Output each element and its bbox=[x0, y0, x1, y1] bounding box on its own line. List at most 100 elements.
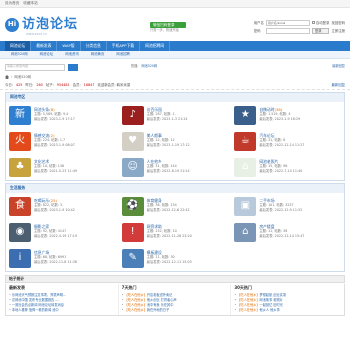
post-title[interactable]: 乐网池天气预报注意事项，郑重声明... bbox=[12, 293, 66, 297]
forgot-password-link[interactable]: 找回密码 bbox=[331, 21, 345, 25]
post-title[interactable]: 他乡创业 打拼者心声 bbox=[147, 298, 177, 302]
post-tag[interactable]: 【吃人在他乡】 bbox=[125, 293, 147, 297]
register-link[interactable]: 立即注册 bbox=[331, 29, 345, 33]
help-icon[interactable]: ! bbox=[121, 222, 144, 242]
food-icon[interactable]: ☕ bbox=[234, 131, 257, 151]
post-title[interactable]: 访网池中国 发布专业数据报告 .... bbox=[12, 298, 60, 302]
camera-icon[interactable]: ◉ bbox=[9, 222, 31, 242]
forum-item[interactable]: ♪ 访百乐园 主题: 287, 帖数: 1, 最后发表: 2023-1-3 21:24 bbox=[119, 102, 232, 128]
post-tag[interactable]: 【吃人在他乡】 bbox=[237, 303, 259, 307]
sport-icon[interactable]: ⚽ bbox=[121, 196, 144, 216]
forum-item[interactable]: 火情感交流(2) 主题: 224, 帖数: 1,7 最后发表: 2023-1-9 0… bbox=[6, 128, 119, 154]
forum-item[interactable]: ⚽ 体育健身 主题: 36, 帖数: 134 最后发表: 2022-12-6 22:4… bbox=[119, 193, 232, 219]
forum-item[interactable]: ★ 自携动时(38) 主题: 1,519, 帖数: 4 最后发表: 2023-1-9 … bbox=[231, 102, 344, 128]
house-icon[interactable]: ⌂ bbox=[234, 222, 257, 242]
building-icon[interactable]: ⌂ bbox=[234, 157, 257, 177]
forum-item[interactable]: ☺ 人在他乡 主题: 31, 帖数: 144 最后发表: 2022-8-19 21:2… bbox=[119, 154, 232, 180]
post-tag[interactable]: 【吃人在他乡】 bbox=[237, 308, 259, 312]
post-title[interactable]: 他乡人 他乡事 bbox=[260, 308, 280, 312]
forum-item[interactable]: 食吃喝玩乐(25) 主题: 822, 帖数: 3, 最后发表: 2023-1-9 1… bbox=[6, 193, 119, 219]
post-list-item[interactable]: • 【吃人在他乡】他乡人 他乡事 bbox=[234, 308, 341, 313]
info-icon[interactable]: i bbox=[9, 248, 31, 268]
post-title[interactable]: 一则社会热点新闻 网池论坛转发消息 bbox=[12, 303, 64, 307]
welcome-new-member[interactable]: 欢迎新会员: 韩米米香 bbox=[97, 83, 130, 87]
post-title[interactable]: 开店老板送外卖记 bbox=[147, 293, 173, 297]
forum-item[interactable]: ◉ 摄影之家 主题: 92, 帖数: 4147 最后发表: 2022-4-19 17:… bbox=[6, 219, 119, 245]
food-icon[interactable]: 食 bbox=[9, 196, 31, 216]
post-list-heading[interactable]: 7天热门 bbox=[122, 285, 228, 291]
hot-icon[interactable]: 火 bbox=[9, 131, 31, 151]
post-tag[interactable]: 【吃人在他乡】 bbox=[125, 303, 147, 307]
forum-item[interactable]: ♥ 美人颜事 主题: 12, 帖数: 12 最后发表: 2023-1-19 17:12 bbox=[119, 128, 232, 154]
subnav-item[interactable]: 网池论坛 bbox=[34, 52, 60, 56]
latest-reply-link[interactable]: 最新回复 bbox=[332, 64, 345, 69]
heart-icon[interactable]: ♥ bbox=[121, 131, 144, 151]
forum-last-post[interactable]: 最后发表: 2022-11-26 23:20 bbox=[147, 234, 192, 239]
forum-last-post[interactable]: 最后发表: 2021-5-23 11:49 bbox=[34, 169, 77, 174]
post-tag[interactable]: 【吃人在他乡】 bbox=[125, 308, 147, 312]
forum-last-post[interactable]: 最后发表: 2022-8-19 21:24 bbox=[147, 169, 190, 174]
username-input[interactable] bbox=[265, 20, 310, 26]
password-input[interactable] bbox=[265, 28, 310, 35]
forum-last-post[interactable]: 最后发表: 2023-1-9 18:29 bbox=[259, 117, 300, 122]
forum-item[interactable]: ♣ 文化艺术 主题: 10, 帖数: 136 最后发表: 2021-5-23 11:4… bbox=[6, 154, 119, 180]
forum-last-post[interactable]: 最后发表: 2022-12-9 11:52 bbox=[259, 208, 302, 213]
breadcrumb-item[interactable]: 网池520网 bbox=[14, 75, 31, 79]
stage-icon[interactable]: ♪ bbox=[121, 105, 144, 125]
person-icon[interactable]: ☺ bbox=[121, 157, 144, 177]
post-title[interactable]: 网池故事 老照片 bbox=[260, 298, 283, 302]
section-title[interactable]: 生活服务 bbox=[6, 184, 344, 193]
forum-item[interactable]: ⌂ 网池老照片 主题: 15, 帖数: 96 最后发表: 2022-7-14 11:4… bbox=[231, 154, 344, 180]
forum-last-post[interactable]: 最后发表: 2022-4-19 17:19 bbox=[34, 234, 77, 239]
nav-item-forum[interactable]: 网池论坛 bbox=[5, 41, 32, 51]
logo[interactable]: Hi 访泡论坛 bbox=[5, 17, 78, 33]
forum-last-post[interactable]: 最后发表: 2022-7-14 11:40 bbox=[259, 169, 302, 174]
post-title[interactable]: 池中有鱼 乐在其中 bbox=[147, 303, 174, 307]
hot-search-link[interactable]: 网池520网 bbox=[141, 64, 157, 69]
section-title[interactable]: 网池专区 bbox=[6, 93, 344, 102]
stats-right-link[interactable]: 最新回复 bbox=[331, 83, 345, 87]
post-list-heading[interactable]: 30天热门 bbox=[234, 285, 341, 291]
forum-last-post[interactable]: 最后发表: 2022-12-14 15:47 bbox=[259, 234, 304, 239]
post-list-item[interactable]: • 本地人推荐 值得一看的新闻 池中 bbox=[9, 308, 115, 313]
post-title[interactable]: 一起回忆 旧时光 bbox=[260, 303, 283, 307]
subnav-item[interactable]: 网池资讯 bbox=[59, 52, 85, 56]
search-input[interactable]: 请输入搜索内容 bbox=[5, 63, 65, 71]
nav-item-app-download[interactable]: 手机APP下载 bbox=[107, 41, 141, 51]
news-icon[interactable]: 新 bbox=[9, 105, 31, 125]
subnav-item[interactable]: 网池黄页 bbox=[85, 52, 111, 56]
forum-last-post[interactable]: 最后发表: 2022-11-8 11:38 bbox=[34, 260, 77, 265]
post-title[interactable]: 梦想起航 创业实录 bbox=[260, 293, 287, 297]
shop-icon[interactable]: ▣ bbox=[234, 196, 257, 216]
nav-item-latest[interactable]: 最新发表 bbox=[31, 41, 58, 51]
login-button[interactable]: 登录 bbox=[311, 28, 330, 35]
nav-item-jobs[interactable]: 网池招聘网 bbox=[140, 41, 171, 51]
auto-login-checkbox[interactable]: 自动登录 bbox=[311, 21, 329, 25]
forum-item[interactable]: 新网池头条(8) 主题: 5,589, 帖数: 9,4 最后发表: 2023-1-9… bbox=[6, 102, 119, 128]
post-tag[interactable]: 【吃人在他乡】 bbox=[237, 293, 259, 297]
forum-item[interactable]: ⌂ 房产楼盘 主题: 11, 帖数: 38 最后发表: 2022-12-14 15:4… bbox=[231, 219, 344, 245]
bookmark-link[interactable]: 收藏本站 bbox=[23, 1, 37, 5]
forum-last-post[interactable]: 最后发表: 2023-1-19 17:12 bbox=[147, 143, 190, 148]
post-title[interactable]: 本地人推荐 值得一看的新闻 池中 bbox=[12, 308, 59, 312]
post-list-item[interactable]: • 【吃人在他乡】我在外地的日子 bbox=[122, 308, 228, 313]
forum-item[interactable]: ▣ 二手市场 主题: 101, 帖数: 3237 最后发表: 2022-12-9 11… bbox=[231, 193, 344, 219]
forum-item[interactable]: i 信息广场 主题: 68, 帖数: 6991 最后发表: 2022-11-8 11:… bbox=[6, 245, 119, 271]
set-home-link[interactable]: 设为首页 bbox=[5, 1, 19, 5]
forum-last-post[interactable]: 最后发表: 2023-1-9 10:42 bbox=[34, 208, 75, 213]
forum-last-post[interactable]: 最后发表: 2022-12-6 22:42 bbox=[147, 208, 190, 213]
forum-item[interactable]: ! 网旁求助 主题: 152, 帖数: 10 最后发表: 2022-11-26 23:… bbox=[119, 219, 232, 245]
subnav-item[interactable]: 网池招聘 bbox=[110, 52, 136, 56]
forum-last-post[interactable]: 最后发表: 2023-1-9 06:07 bbox=[34, 143, 75, 148]
search-button[interactable] bbox=[68, 63, 78, 71]
forum-last-post[interactable]: 最后发表: 2023-1-9 17:17 bbox=[34, 117, 75, 122]
forum-item[interactable]: ☕ 汽车论坛 主题: 31, 帖数: 8 最后发表: 2022-12-14 11:27 bbox=[231, 128, 344, 154]
nav-item-classifieds[interactable]: 分类信息 bbox=[81, 41, 107, 51]
tools-icon[interactable]: ✎ bbox=[121, 248, 144, 268]
forum-item[interactable]: ✎ 模板建设 主题: 11, 帖数: 30 最后发表: 2022-12-11 15:0… bbox=[119, 245, 232, 271]
post-tag[interactable]: 【吃人在他乡】 bbox=[237, 298, 259, 302]
photo-icon[interactable]: ★ bbox=[234, 105, 257, 125]
forum-last-post[interactable]: 最后发表: 2022-12-11 15:03 bbox=[147, 260, 192, 265]
nav-item-wap[interactable]: WAP版 bbox=[57, 41, 81, 51]
subnav-item[interactable]: 网池520网 bbox=[5, 52, 34, 56]
